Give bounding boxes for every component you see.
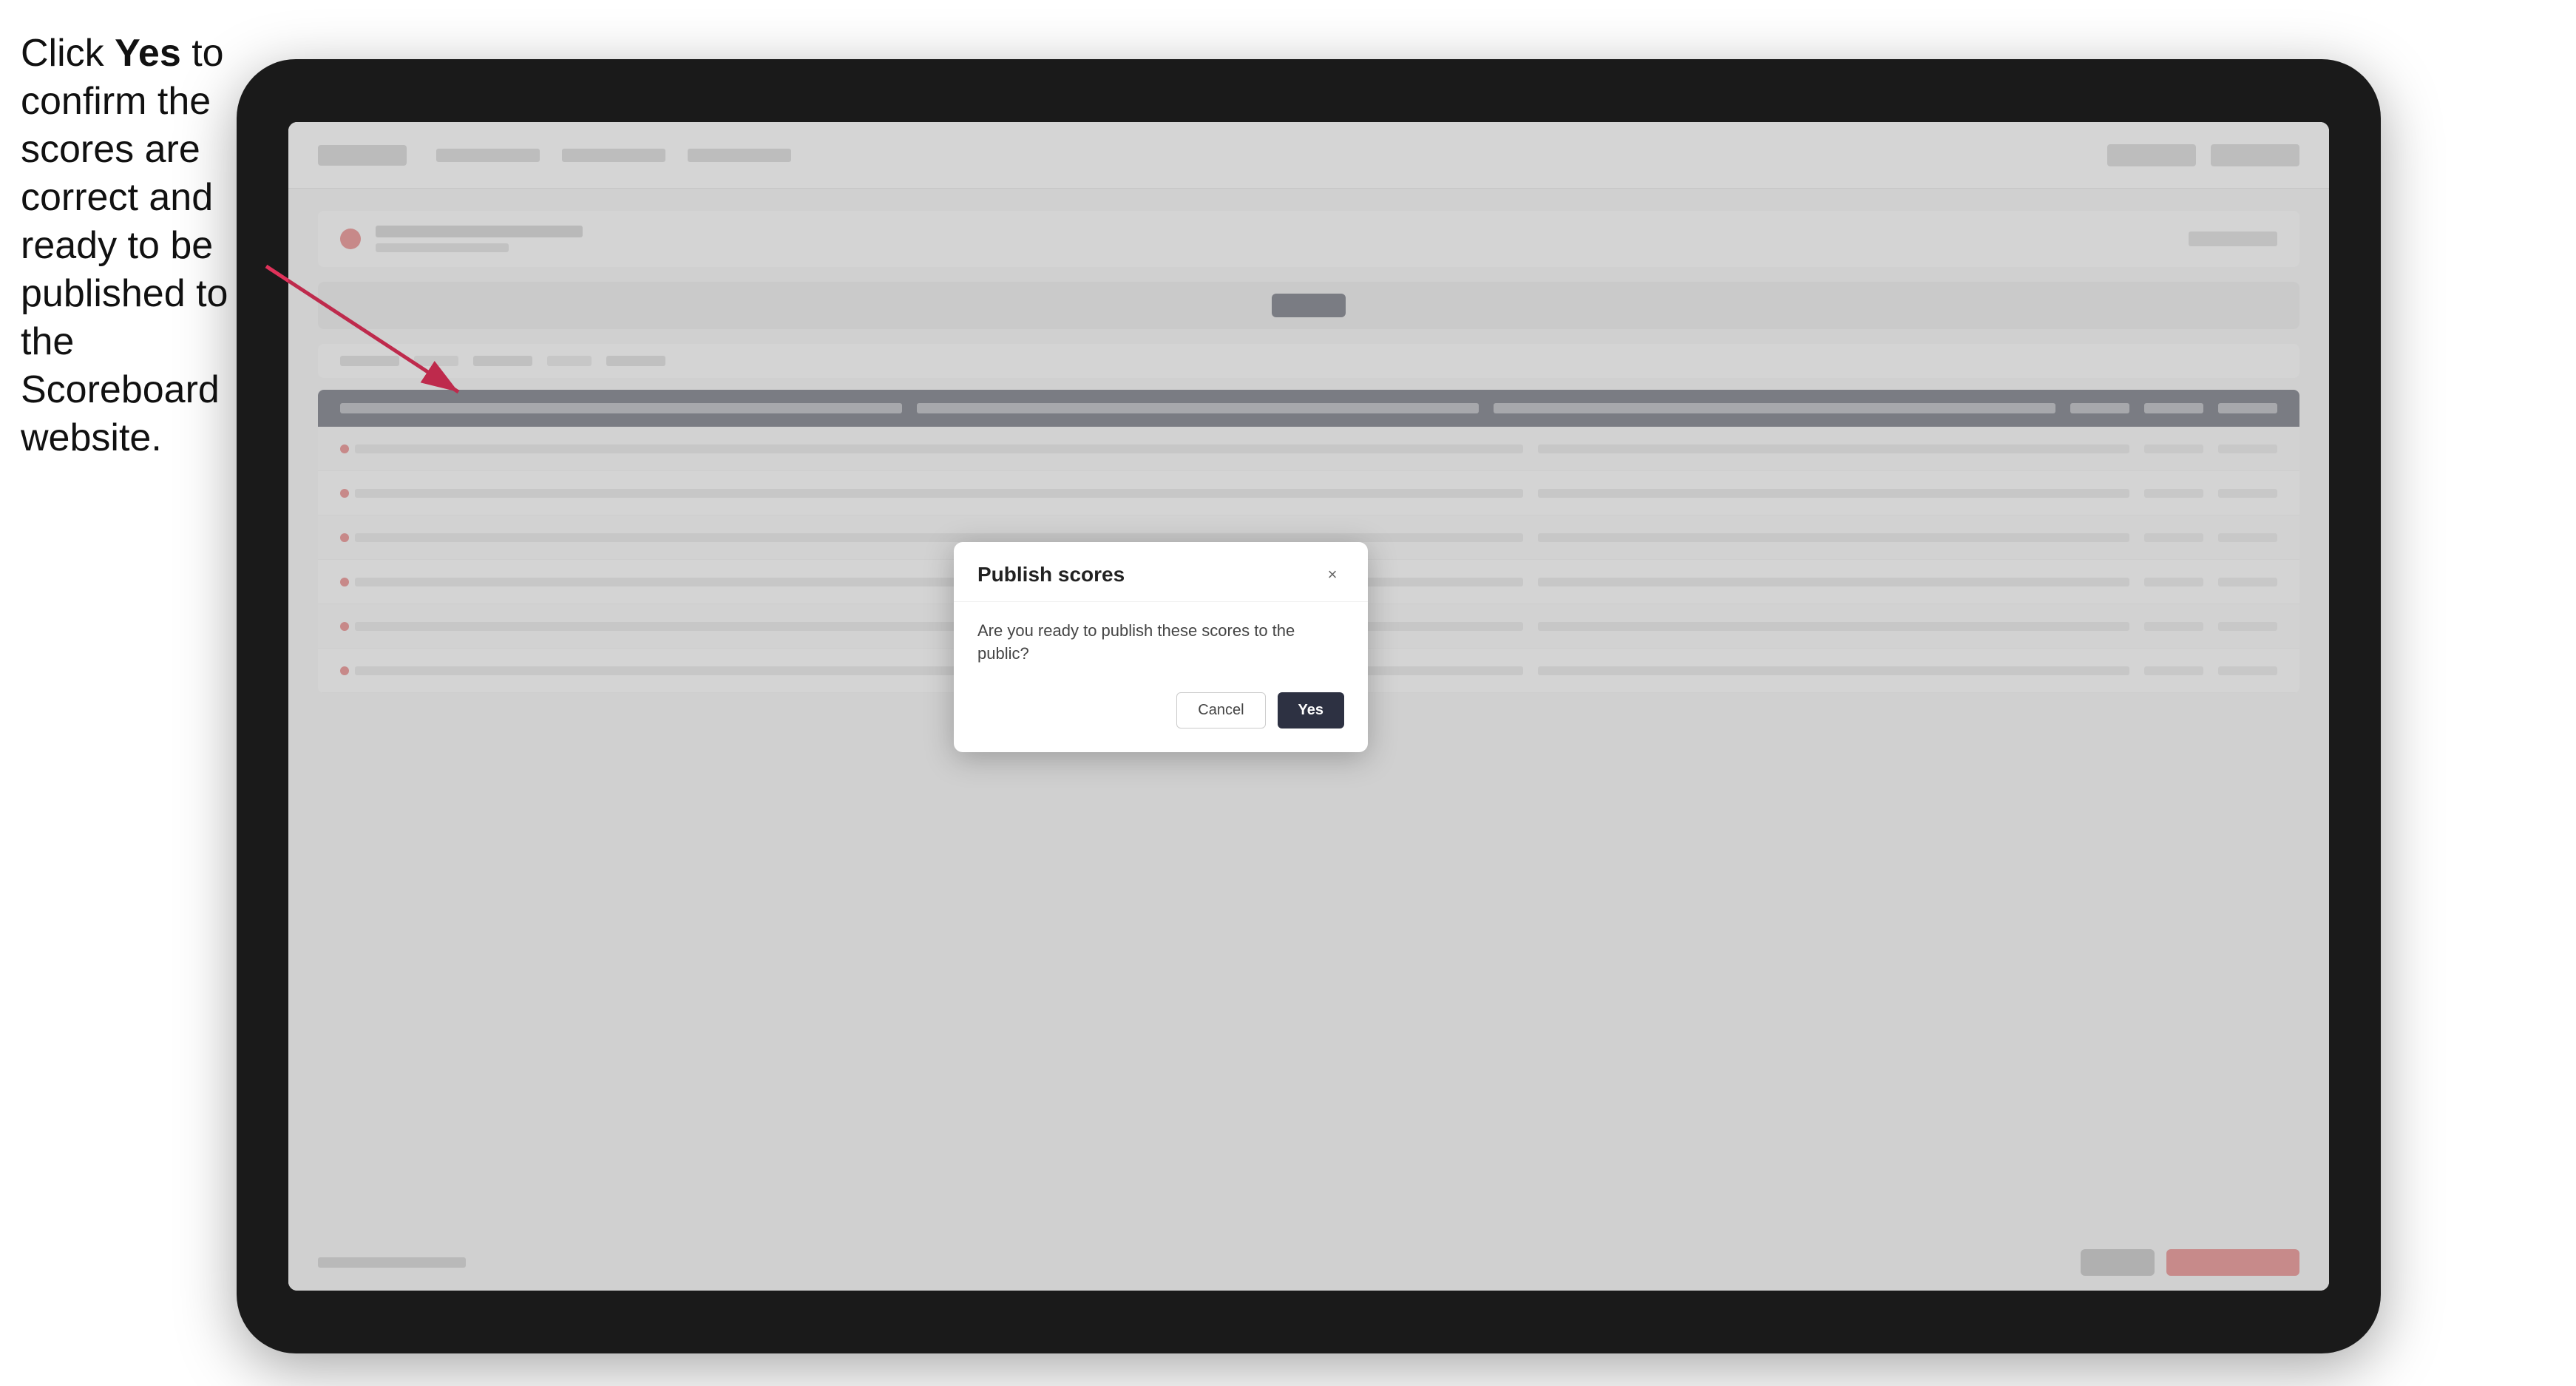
tablet-shell: Publish scores × Are you ready to publis…	[237, 59, 2381, 1353]
modal-overlay: Publish scores × Are you ready to publis…	[288, 122, 2329, 1291]
instruction-prefix: Click	[21, 32, 115, 75]
cancel-button[interactable]: Cancel	[1176, 692, 1265, 729]
modal-header: Publish scores ×	[954, 542, 1368, 602]
publish-scores-dialog: Publish scores × Are you ready to publis…	[954, 542, 1368, 752]
modal-body-text: Are you ready to publish these scores to…	[977, 620, 1344, 666]
modal-body: Are you ready to publish these scores to…	[954, 602, 1368, 752]
modal-close-button[interactable]: ×	[1321, 563, 1344, 586]
tablet-screen: Publish scores × Are you ready to publis…	[288, 122, 2329, 1291]
yes-button[interactable]: Yes	[1278, 692, 1344, 729]
instruction-suffix: to confirm the scores are correct and re…	[21, 32, 228, 459]
instruction-bold: Yes	[115, 32, 181, 75]
modal-title: Publish scores	[977, 563, 1125, 586]
instruction-text: Click Yes to confirm the scores are corr…	[21, 30, 235, 462]
modal-footer: Cancel Yes	[977, 692, 1344, 729]
